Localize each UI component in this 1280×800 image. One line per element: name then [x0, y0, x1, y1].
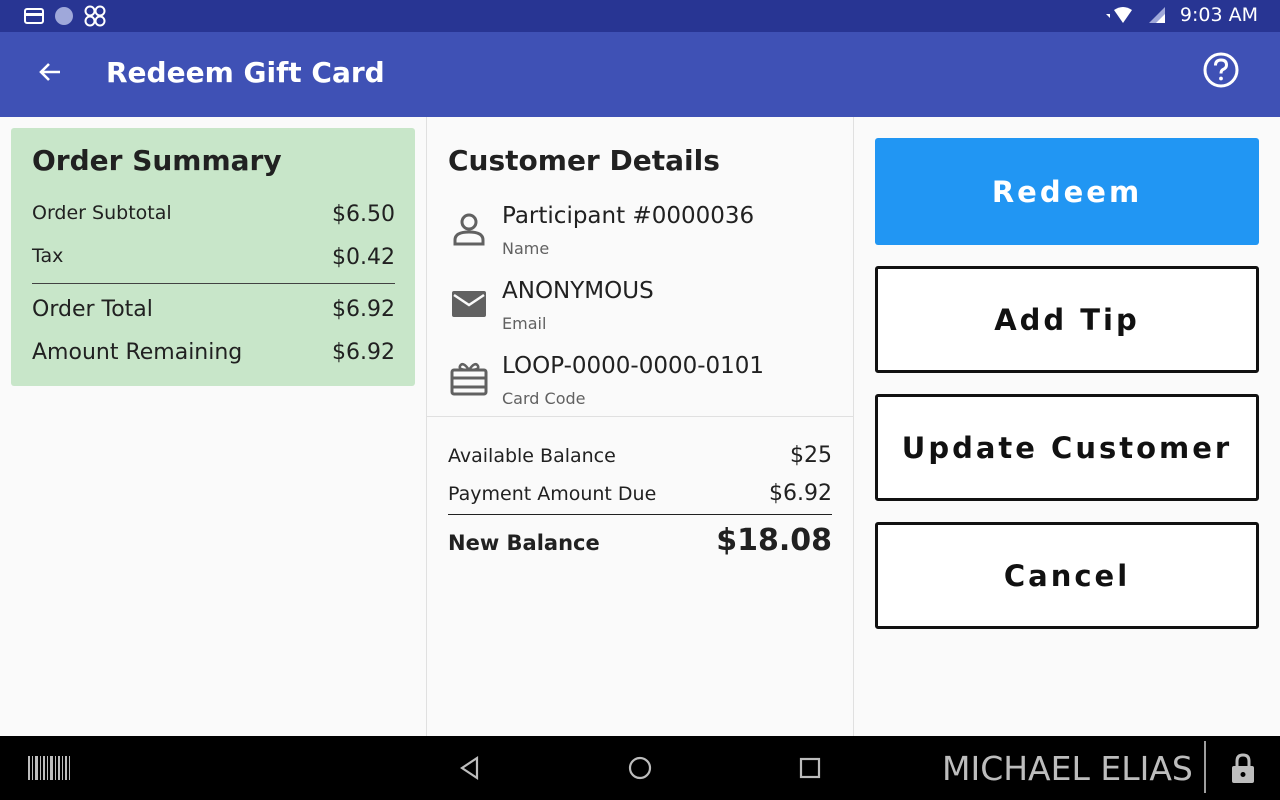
payment-due-value: $6.92 — [769, 481, 832, 506]
amount-remaining-label: Amount Remaining — [32, 340, 243, 365]
order-subtotal-row: Order Subtotal $6.50 — [32, 202, 395, 227]
order-summary-card: Order Summary Order Subtotal $6.50 Tax $… — [11, 128, 415, 386]
update-customer-button[interactable]: Update Customer — [875, 394, 1259, 501]
nav-recents-icon[interactable] — [796, 754, 824, 782]
content: Order Summary Order Subtotal $6.50 Tax $… — [0, 117, 1280, 736]
status-bar: 9:03 AM — [0, 0, 1280, 32]
customer-email-value: ANONYMOUS — [502, 278, 654, 304]
customer-name-label: Name — [502, 239, 550, 258]
tax-label: Tax — [32, 245, 64, 267]
order-total-label: Order Total — [32, 297, 153, 322]
wifi-icon — [1105, 7, 1132, 23]
available-balance-row: Available Balance $25 — [448, 443, 832, 468]
arrow-back-icon[interactable] — [34, 56, 66, 88]
payment-due-row: Payment Amount Due $6.92 — [448, 481, 832, 506]
tax-value: $0.42 — [332, 245, 395, 270]
clock: 9:03 AM — [1179, 4, 1258, 26]
order-subtotal-value: $6.50 — [332, 202, 395, 227]
nav-divider — [1204, 741, 1206, 793]
signal-icon — [1148, 7, 1165, 23]
page-title: Redeem Gift Card — [106, 56, 385, 89]
order-summary-title: Order Summary — [32, 144, 282, 177]
tax-row: Tax $0.42 — [32, 245, 395, 270]
card-code-value: LOOP-0000-0000-0101 — [502, 353, 765, 379]
card-code-row: LOOP-0000-0000-0101 Card Code — [448, 353, 838, 413]
available-balance-value: $25 — [790, 443, 832, 468]
available-balance-label: Available Balance — [448, 445, 616, 467]
order-subtotal-label: Order Subtotal — [32, 202, 172, 224]
card-code-label: Card Code — [502, 389, 586, 408]
customer-email-label: Email — [502, 314, 547, 333]
user-name: MICHAEL ELIAS — [942, 749, 1193, 788]
order-total-row: Order Total $6.92 — [32, 297, 395, 322]
redeem-button[interactable]: Redeem — [875, 138, 1259, 245]
nav-back-icon[interactable] — [456, 754, 484, 782]
nav-home-icon[interactable] — [626, 754, 654, 782]
balance-divider — [448, 514, 832, 515]
customer-details-column: Customer Details Participant #0000036 Na… — [427, 117, 854, 736]
summary-divider — [32, 283, 395, 284]
new-balance-row: New Balance $18.08 — [448, 523, 832, 558]
lock-icon[interactable] — [1230, 752, 1256, 784]
navigation-bar: MICHAEL ELIAS — [0, 736, 1280, 800]
amount-remaining-row: Amount Remaining $6.92 — [32, 340, 395, 365]
apps-icon — [84, 5, 106, 27]
app-bar: Redeem Gift Card — [0, 32, 1280, 117]
barcode-icon[interactable] — [28, 756, 70, 780]
actions-column: Redeem Add Tip Update Customer Cancel — [854, 117, 1280, 736]
customer-details-title: Customer Details — [448, 144, 720, 177]
cancel-button[interactable]: Cancel — [875, 522, 1259, 629]
order-summary-column: Order Summary Order Subtotal $6.50 Tax $… — [0, 117, 427, 736]
person-icon — [453, 213, 485, 246]
details-divider — [427, 416, 854, 417]
add-tip-button[interactable]: Add Tip — [875, 266, 1259, 373]
customer-name-row: Participant #0000036 Name — [448, 203, 838, 263]
new-balance-value: $18.08 — [716, 523, 832, 558]
amount-remaining-value: $6.92 — [332, 340, 395, 365]
mail-icon — [452, 291, 486, 317]
gift-card-icon — [450, 362, 488, 396]
payment-due-label: Payment Amount Due — [448, 483, 657, 505]
help-icon[interactable] — [1201, 50, 1241, 90]
circle-icon — [55, 7, 73, 25]
order-total-value: $6.92 — [332, 297, 395, 322]
customer-email-row: ANONYMOUS Email — [448, 278, 838, 338]
card-icon — [24, 8, 44, 24]
new-balance-label: New Balance — [448, 531, 600, 555]
customer-name-value: Participant #0000036 — [502, 203, 755, 229]
